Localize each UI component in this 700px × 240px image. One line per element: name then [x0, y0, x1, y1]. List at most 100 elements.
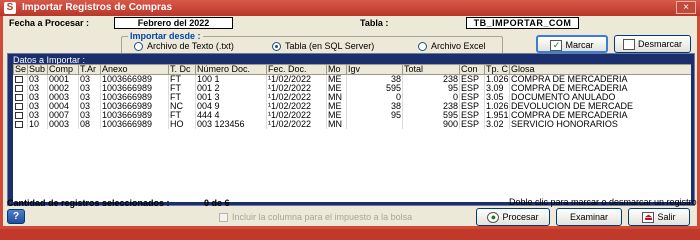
column-header[interactable]: Con [459, 64, 485, 75]
column-header[interactable]: Se [13, 64, 28, 75]
table-cell: 1003666989 [100, 93, 169, 102]
row-checkbox[interactable] [14, 85, 23, 93]
table-row[interactable]: 10 0003 08 1003666989 HO 003 123456 ¹1/02/2022… [13, 120, 691, 129]
table-cell: 238 [402, 102, 460, 111]
checkmark-icon: ✓ [550, 40, 563, 52]
table-cell: 38 [346, 74, 403, 84]
bolsa-tax-label: Incluir la columna para el impuesto a la… [232, 212, 413, 222]
table-cell: ¹1/02/2022 [266, 120, 327, 129]
table-cell [346, 120, 403, 129]
table-cell: 03 [78, 111, 101, 120]
table-cell: 03 [78, 84, 101, 93]
bolsa-tax-checkbox [219, 213, 228, 222]
table-cell: 900 [402, 120, 460, 129]
table-cell: SERVICIO HONORARIOS [509, 120, 691, 129]
radio-sql-label[interactable]: Tabla (en SQL Server) [285, 41, 374, 51]
table-cell: 001 3 [195, 93, 267, 102]
row-checkbox[interactable] [14, 112, 23, 120]
table-cell: FT [168, 93, 196, 102]
table-cell: 03 [27, 74, 48, 84]
radio-txt[interactable] [134, 42, 143, 51]
column-header[interactable]: Anexo [100, 64, 169, 75]
column-header[interactable]: Tp. C [484, 64, 510, 75]
table-cell: 0 [346, 93, 403, 102]
table-cell: ME [326, 84, 347, 93]
table-cell: NC [168, 102, 196, 111]
import-source-title: Importar desde : [128, 31, 203, 41]
row-checkbox[interactable] [14, 76, 23, 84]
table-cell: ¹1/02/2022 [266, 93, 327, 102]
table-cell: 03 [27, 111, 48, 120]
table-cell: FT [168, 74, 196, 84]
table-cell: 0 [402, 93, 460, 102]
help-button[interactable]: ? [7, 209, 25, 224]
column-header[interactable]: T.Ar [78, 64, 101, 75]
table-cell: COMPRA DE MERCADERIA [509, 84, 691, 93]
table-cell: 03 [78, 102, 101, 111]
column-header[interactable]: T. Dc [168, 64, 196, 75]
tabla-label: Tabla : [360, 18, 389, 28]
desmarcar-button[interactable]: Desmarcar [614, 35, 691, 53]
tabla-field[interactable]: TB_IMPORTAR_COM [466, 17, 579, 29]
exit-icon: ⏏ [642, 212, 655, 224]
row-checkbox[interactable] [14, 121, 23, 129]
table-row[interactable]: 03 0003 03 1003666989 FT 001 3 ¹1/02/2022 MN 0 0 E… [13, 93, 691, 102]
close-button[interactable]: × [676, 1, 696, 14]
column-header[interactable]: Glosa [509, 64, 691, 75]
row-checkbox[interactable] [14, 103, 23, 111]
table-cell: 3.09 [484, 84, 510, 93]
column-header[interactable]: Número Doc. [195, 64, 267, 75]
column-header[interactable]: Comp [47, 64, 79, 75]
table-cell: 1003666989 [100, 102, 169, 111]
row-select-cell [13, 84, 28, 93]
column-header[interactable]: Igv [346, 64, 403, 75]
row-checkbox[interactable] [14, 94, 23, 102]
main-window: S Importar Registros de Compras × Fecha … [0, 0, 700, 229]
table-row[interactable]: 03 0001 03 1003666989 FT 100 1 ¹1/02/2022 ME 38 2… [13, 74, 691, 84]
table-cell: 1.026 [484, 102, 510, 111]
marcar-button[interactable]: ✓ Marcar [536, 35, 608, 53]
radio-txt-label[interactable]: Archivo de Texto (.txt) [147, 41, 234, 51]
table-cell: 08 [78, 120, 101, 129]
procesar-button[interactable]: ● Procesar [476, 208, 550, 226]
data-grid-panel: Datos a Importar : Se Sub Comp T.Ar Anexo T. … [7, 53, 695, 206]
table-cell: 3.02 [484, 120, 510, 129]
table-cell: 1.026 [484, 74, 510, 84]
salir-button[interactable]: ⏏ Salir [628, 208, 690, 226]
table-cell: 03 [78, 93, 101, 102]
radio-sql[interactable] [272, 42, 281, 51]
table-cell: 03 [27, 93, 48, 102]
column-header[interactable]: Sub [27, 64, 48, 75]
table-row[interactable]: 03 0007 03 1003666989 FT 444 4 ¹1/02/2022 ME 95 5… [13, 111, 691, 120]
uncheck-icon [622, 39, 635, 51]
table-row[interactable]: 03 0004 03 1003666989 NC 004 9 ¹1/02/2022 ME 38 2… [13, 102, 691, 111]
fecha-field[interactable]: Febrero del 2022 [114, 17, 233, 29]
table-cell: 1003666989 [100, 111, 169, 120]
column-header[interactable]: Mo [326, 64, 347, 75]
table-row[interactable]: 03 0002 03 1003666989 FT 001 2 ¹1/02/2022 ME 595… [13, 84, 691, 93]
title-bar: S Importar Registros de Compras × [0, 0, 700, 16]
table-header: Se Sub Comp T.Ar Anexo T. Dc Número Doc. Fec. D… [13, 64, 691, 75]
table-cell: 10 [27, 120, 48, 129]
radio-excel[interactable] [418, 42, 427, 51]
row-select-cell [13, 93, 28, 102]
data-grid[interactable]: Se Sub Comp T.Ar Anexo T. Dc Número Doc. Fec. D… [13, 64, 691, 202]
table-cell: 238 [402, 74, 460, 84]
table-cell: 595 [346, 84, 403, 93]
count-label: Cantidad de registros seleccionados : [7, 198, 170, 208]
hint-text: Doble clic para marcar o desmarcar un re… [509, 197, 697, 207]
examinar-button[interactable]: Examinar [556, 208, 622, 226]
table-cell: 0004 [47, 102, 79, 111]
radio-excel-label[interactable]: Archivo Excel [431, 41, 486, 51]
table-cell: ME [326, 102, 347, 111]
table-cell: ESP [459, 74, 485, 84]
table-cell: 1003666989 [100, 84, 169, 93]
table-cell: 595 [402, 111, 460, 120]
table-cell: 003 123456 [195, 120, 267, 129]
row-select-cell [13, 120, 28, 129]
table-cell: 0001 [47, 74, 79, 84]
column-header[interactable]: Fec. Doc. [266, 64, 327, 75]
table-cell: ¹1/02/2022 [266, 102, 327, 111]
fecha-label: Fecha a Procesar : [9, 18, 90, 28]
column-header[interactable]: Total [402, 64, 460, 75]
